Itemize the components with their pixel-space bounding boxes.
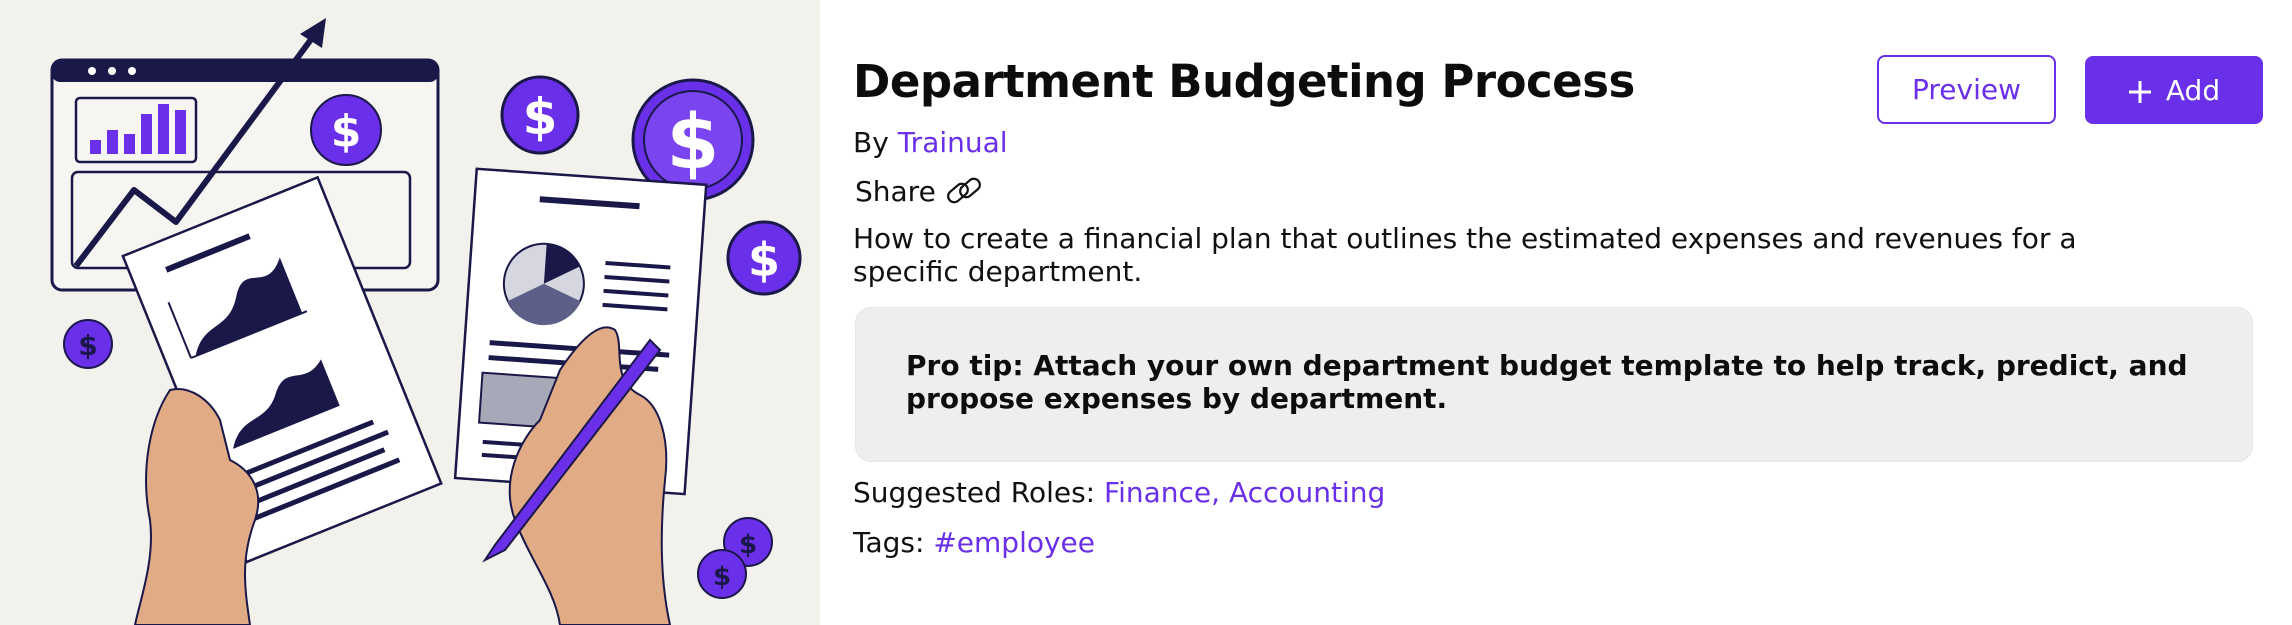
author-link[interactable]: Trainual bbox=[898, 126, 1008, 159]
svg-text:$: $ bbox=[739, 530, 757, 560]
byline: By Trainual bbox=[853, 126, 1008, 159]
share-label: Share bbox=[855, 174, 936, 208]
tags: Tags: #employee bbox=[853, 526, 1095, 559]
suggested-roles: Suggested Roles: Finance, Accounting bbox=[853, 476, 1385, 509]
by-label: By bbox=[853, 126, 889, 159]
tags-label: Tags: bbox=[853, 526, 925, 559]
svg-text:$: $ bbox=[748, 233, 780, 287]
pro-tip-text: Pro tip: Attach your own department budg… bbox=[906, 349, 2188, 415]
add-button[interactable]: Add bbox=[2085, 56, 2263, 124]
roles-value-link[interactable]: Finance, Accounting bbox=[1104, 476, 1385, 509]
roles-label: Suggested Roles: bbox=[853, 476, 1096, 509]
svg-text:$: $ bbox=[523, 88, 558, 146]
svg-text:$: $ bbox=[713, 562, 731, 592]
finance-illustration-icon: $ $ $ $ $ $ $ bbox=[50, 18, 802, 625]
svg-text:$: $ bbox=[78, 329, 97, 362]
svg-text:$: $ bbox=[331, 106, 362, 157]
hero-illustration: $ $ $ $ $ $ $ bbox=[0, 0, 820, 625]
svg-text:$: $ bbox=[667, 97, 720, 186]
share-button[interactable]: Share bbox=[855, 174, 984, 208]
pro-tip-box: Pro tip: Attach your own department budg… bbox=[855, 307, 2253, 462]
plus-icon bbox=[2128, 78, 2152, 103]
description: How to create a financial plan that outl… bbox=[853, 222, 2077, 288]
page-title: Department Budgeting Process bbox=[853, 55, 1635, 108]
preview-button[interactable]: Preview bbox=[1877, 55, 2056, 124]
tag-link-employee[interactable]: #employee bbox=[933, 526, 1095, 559]
template-details: Department Budgeting Process By Trainual… bbox=[853, 0, 2263, 625]
add-label: Add bbox=[2165, 73, 2221, 107]
link-icon bbox=[944, 174, 984, 208]
